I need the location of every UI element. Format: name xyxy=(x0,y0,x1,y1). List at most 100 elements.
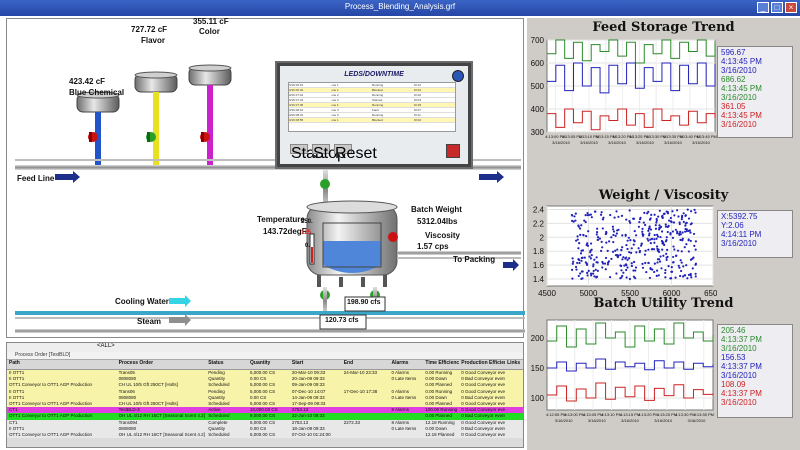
downtime-row[interactable]: 3/16 08:55 Line 1 Blocked 00:02 xyxy=(289,118,455,123)
scatter-point xyxy=(595,261,598,264)
column-header[interactable]: Quantity xyxy=(248,360,290,369)
scatter-point xyxy=(655,221,658,224)
order-row[interactable]: OTT1 Conveyor to OTT1 AGP Production OH U… xyxy=(7,431,523,439)
chart-title: Weight / Viscosity xyxy=(598,188,729,203)
scatter-point xyxy=(689,239,692,243)
scatter-point xyxy=(641,262,644,265)
legend-date: 3/16/2010 xyxy=(721,120,757,129)
scatter-point xyxy=(576,235,579,238)
scatter-point xyxy=(641,227,644,230)
maximize-button[interactable]: □ xyxy=(771,2,783,13)
scatter-point xyxy=(632,269,635,272)
downtime-cell: Starved xyxy=(372,98,383,102)
scatter-point xyxy=(633,230,636,233)
scatter-point xyxy=(679,259,682,262)
scatter-point xyxy=(666,225,669,229)
leds-start-button[interactable]: Start xyxy=(290,144,325,162)
scatter-point xyxy=(621,274,624,278)
scatter-point xyxy=(615,232,618,235)
column-header[interactable]: Alarms xyxy=(390,360,424,369)
scatter-point xyxy=(658,258,661,261)
downtime-cell: 00:12 xyxy=(413,83,422,87)
downtime-table[interactable]: 3/16 06:15 Line 1 Running 00:12 3/16 06:32 Li… xyxy=(288,82,456,132)
scatter-point xyxy=(577,225,580,228)
scatter-point xyxy=(694,240,697,243)
downtime-cell: 3/16 08:55 xyxy=(289,118,304,122)
scatter-point xyxy=(626,266,629,269)
scatter-point xyxy=(664,225,668,228)
scatter-point xyxy=(578,227,582,230)
scatter-point xyxy=(659,255,662,258)
scatter-point xyxy=(648,218,652,221)
scatter-point xyxy=(586,271,589,274)
scatter-point xyxy=(595,230,599,234)
y-tick-label: 2.4 xyxy=(533,205,545,214)
column-header[interactable]: Start xyxy=(290,360,342,369)
scatter-point xyxy=(581,277,584,280)
column-header[interactable]: Production Efficiency xyxy=(459,360,505,369)
scatter-point xyxy=(659,225,663,228)
weight-viscosity-chart[interactable]: 2.42.221.81.61.445005000550060006500 xyxy=(527,202,717,306)
order-cell xyxy=(342,432,390,438)
window-titlebar: Process_Blending_Analysis.grf _ □ × xyxy=(0,0,800,16)
scatter-point xyxy=(646,237,649,240)
downtime-cell: 00:07 xyxy=(413,108,422,112)
scatter-point xyxy=(625,256,628,259)
minimize-button[interactable]: _ xyxy=(757,2,769,13)
order-filter[interactable]: <ALL> xyxy=(7,343,523,352)
scatter-point xyxy=(630,262,633,265)
column-header[interactable]: Time Efficiency xyxy=(423,360,459,369)
scatter-point xyxy=(590,274,593,277)
scatter-point xyxy=(664,271,667,275)
close-button[interactable]: × xyxy=(785,2,797,13)
column-header[interactable]: Path xyxy=(7,360,117,369)
scatter-point xyxy=(585,235,588,238)
scatter-point xyxy=(687,250,690,253)
legend-time: 4:13:45 PM xyxy=(721,84,762,93)
x-tick-label: 4:13:20 PM xyxy=(638,412,658,417)
order-cell: 07-Oct-10 01:24:00 xyxy=(291,431,331,437)
order-cell xyxy=(505,432,523,438)
scatter-point xyxy=(634,277,637,280)
cooling-water-label: Cooling Water xyxy=(115,297,169,306)
leds-downtime-window[interactable]: LEDS/DOWNTIME 3/16 06:15 Line 1 Running 00:… xyxy=(275,61,473,169)
scatter-point xyxy=(602,216,605,219)
y-tick-label: 1.4 xyxy=(533,275,545,284)
scatter-point xyxy=(613,216,616,219)
batch-utility-chart[interactable]: 2001501004:12:55 PM4:13:00 PM4:13:05 PM4… xyxy=(527,314,717,424)
scatter-point xyxy=(693,208,696,211)
column-header[interactable]: Links xyxy=(505,360,523,369)
scatter-point xyxy=(603,262,607,265)
batch-weight-value: 5312.04lbs xyxy=(417,217,458,226)
scatter-point xyxy=(662,242,665,245)
scatter-point xyxy=(685,228,688,231)
downtime-cell: 00:20 xyxy=(413,93,422,97)
x-tick-label: 4:13:35 PM xyxy=(694,412,714,417)
scatter-point xyxy=(661,248,664,251)
column-header[interactable]: Process Order xyxy=(117,360,207,369)
scatter-point xyxy=(586,274,589,277)
column-header[interactable]: Status xyxy=(206,360,248,369)
trend-panel: Feed Storage Trend 700 600 500 400 300 4:13:0… xyxy=(527,18,800,450)
downtime-cell: 3/16 06:32 xyxy=(289,88,304,92)
feed-storage-chart[interactable]: 700600500400300 4:13:00 PM4:13:05 PM4:13:… xyxy=(527,36,717,148)
downtime-cell: 3/16 07:22 xyxy=(289,98,304,102)
leds-stop-button[interactable]: Stop xyxy=(312,144,346,162)
scatter-point xyxy=(600,240,603,243)
scatter-point xyxy=(672,221,676,224)
window-title: Process_Blending_Analysis.grf xyxy=(344,2,456,11)
column-header[interactable]: End xyxy=(342,360,390,369)
scatter-point xyxy=(658,209,661,212)
leds-reset-button[interactable]: Reset xyxy=(334,144,377,162)
stop-icon[interactable] xyxy=(446,144,460,158)
x-date-label: 3/16/2010 xyxy=(608,140,627,145)
downtime-cell: 00:03 xyxy=(413,98,422,102)
blue-chemical-level: 423.42 cF xyxy=(69,77,106,86)
scatter-point xyxy=(649,238,652,241)
scatter-point xyxy=(659,235,662,239)
scatter-point xyxy=(582,233,585,237)
scatter-point xyxy=(626,247,629,251)
scatter-point xyxy=(621,234,624,237)
scatter-point xyxy=(577,247,580,250)
scatter-point xyxy=(583,256,586,259)
